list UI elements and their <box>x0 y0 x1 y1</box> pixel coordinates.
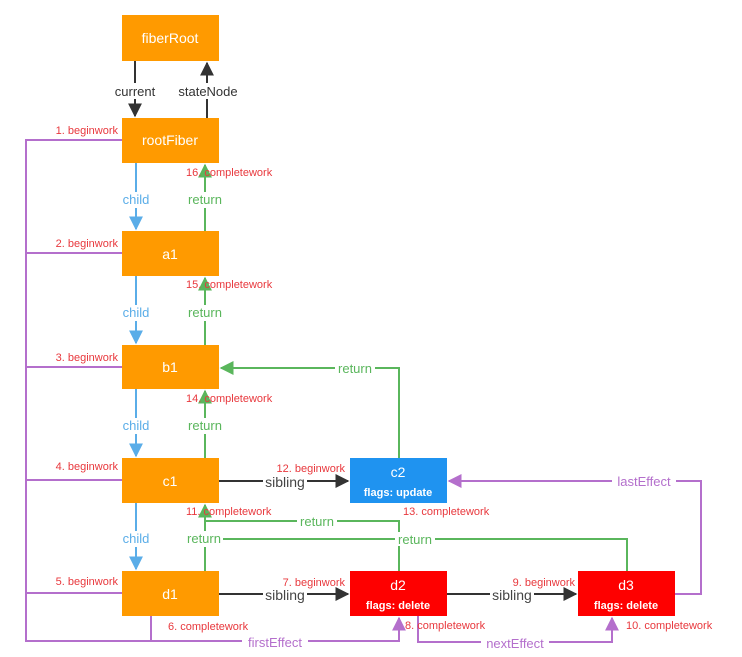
node-label: a1 <box>162 246 178 262</box>
edge-label-return: return <box>188 192 222 207</box>
node-c1: c1 <box>122 458 219 503</box>
node-label: c2 <box>391 464 406 480</box>
step-label: 16. completework <box>186 167 273 179</box>
node-fiberRoot: fiberRoot <box>122 15 219 61</box>
step-label: 11. completework <box>186 506 272 518</box>
edge-label-return: return <box>188 305 222 320</box>
step-label: 10. completework <box>626 620 713 632</box>
node-b1: b1 <box>122 345 219 389</box>
node-c2: c2 flags: update <box>350 458 447 503</box>
step-label: 3. beginwork <box>56 352 119 364</box>
step-label: 5. beginwork <box>56 576 119 588</box>
node-flags: flags: update <box>364 487 432 499</box>
step-label: 9. beginwork <box>513 577 576 589</box>
node-d3: d3 flags: delete <box>578 571 675 616</box>
edge-label-lastEffect: lastEffect <box>617 474 671 489</box>
edge-label-child: child <box>123 192 150 207</box>
step-label: 2. beginwork <box>56 238 119 250</box>
node-label: b1 <box>162 359 178 375</box>
edge-label-sibling: sibling <box>492 587 532 603</box>
step-label: 7. beginwork <box>283 577 346 589</box>
edge-label-child: child <box>123 531 150 546</box>
node-flags: flags: delete <box>366 600 430 612</box>
step-label: 6. completework <box>168 621 249 633</box>
node-label: c1 <box>163 473 178 489</box>
node-flags: flags: delete <box>594 600 658 612</box>
edge-return-c2-b1 <box>219 361 400 458</box>
node-rootFiber: rootFiber <box>122 118 219 163</box>
edge-label-return: return <box>300 514 334 529</box>
edge-label-firstEffect: firstEffect <box>248 635 302 650</box>
edge-label-sibling: sibling <box>265 474 305 490</box>
step-label: 15. completework <box>186 279 273 291</box>
node-d1: d1 <box>122 571 219 616</box>
step-label: 13. completework <box>403 506 490 518</box>
node-label: d1 <box>162 586 178 602</box>
edge-label-child: child <box>123 418 150 433</box>
step-label: 14. completework <box>186 393 273 405</box>
node-a1: a1 <box>122 231 219 276</box>
node-label: d2 <box>390 577 406 593</box>
edge-label-return: return <box>188 418 222 433</box>
edge-label-return: return <box>187 531 221 546</box>
edge-label-stateNode: stateNode <box>178 84 237 99</box>
edge-label-child: child <box>123 305 150 320</box>
step-label: 1. beginwork <box>56 125 119 137</box>
node-d2: d2 flags: delete <box>350 571 447 616</box>
node-label: fiberRoot <box>142 30 199 46</box>
beginwork-rail <box>25 139 151 642</box>
step-label: 4. beginwork <box>56 461 119 473</box>
edge-label-return: return <box>398 532 432 547</box>
edge-label-return: return <box>338 361 372 376</box>
fiber-diagram: current stateNode child child child chil… <box>25 15 713 651</box>
edge-label-nextEffect: nextEffect <box>486 636 544 651</box>
step-label: 8. completework <box>405 620 486 632</box>
edge-label-sibling: sibling <box>265 587 305 603</box>
edge-label-current: current <box>115 84 156 99</box>
node-label: d3 <box>618 577 634 593</box>
node-label: rootFiber <box>142 132 198 148</box>
step-label: 12. beginwork <box>277 463 346 475</box>
